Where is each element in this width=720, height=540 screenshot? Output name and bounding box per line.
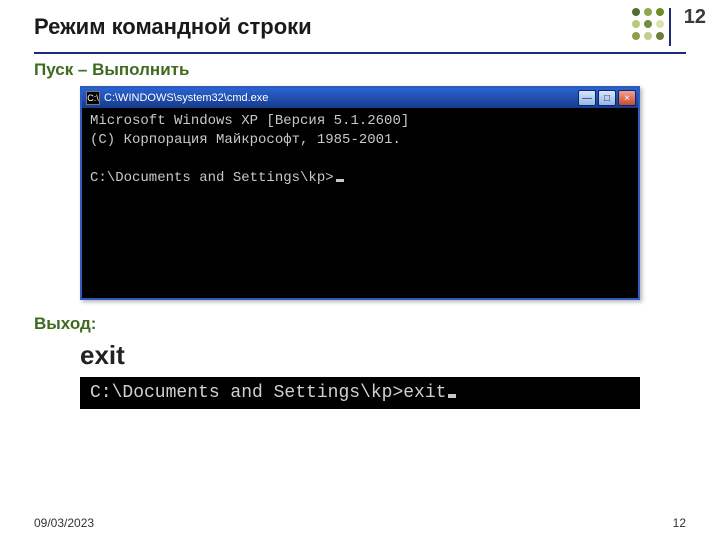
exit-label: Выход: — [34, 314, 686, 334]
cmd-window-title: C:\WINDOWS\system32\cmd.exe — [104, 92, 576, 104]
close-button[interactable]: × — [618, 90, 636, 106]
footer-date: 09/03/2023 — [34, 516, 94, 530]
cmd-exit-text: C:\Documents and Settings\kp>exit — [90, 383, 446, 403]
cursor-icon — [336, 179, 344, 182]
cmd-titlebar: C:\ C:\WINDOWS\system32\cmd.exe — □ × — [82, 88, 638, 108]
decorative-dot-grid — [632, 8, 664, 40]
cmd-window: C:\ C:\WINDOWS\system32\cmd.exe — □ × Mi… — [80, 86, 640, 300]
subtitle-start-run: Пуск – Выполнить — [34, 60, 686, 80]
footer: 09/03/2023 12 — [34, 516, 686, 530]
cursor-icon — [448, 394, 456, 398]
maximize-button[interactable]: □ — [598, 90, 616, 106]
cmd-prompt: C:\Documents and Settings\kp> — [90, 170, 334, 186]
slide-number-top: 12 — [684, 6, 706, 29]
cmd-line1: Microsoft Windows XP [Версия 5.1.2600] — [90, 113, 409, 129]
footer-page-number: 12 — [673, 516, 686, 530]
cmd-line2: (С) Корпорация Майкрософт, 1985-2001. — [90, 132, 401, 148]
decorative-divider — [669, 8, 671, 46]
cmd-exit-strip: C:\Documents and Settings\kp>exit — [80, 377, 640, 409]
minimize-button[interactable]: — — [578, 90, 596, 106]
title-rule — [34, 52, 686, 54]
page-title: Режим командной строки — [34, 14, 686, 46]
cmd-icon: C:\ — [86, 91, 100, 105]
exit-command: exit — [80, 340, 686, 371]
cmd-body: Microsoft Windows XP [Версия 5.1.2600] (… — [82, 108, 638, 298]
